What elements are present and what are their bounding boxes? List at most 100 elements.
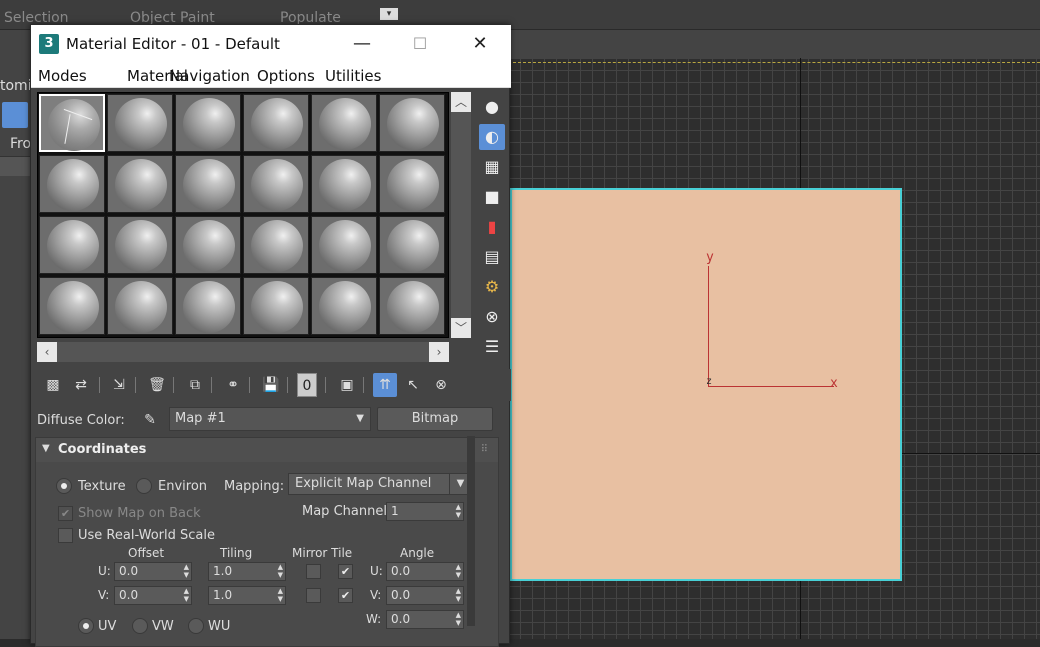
wu-radio[interactable] — [188, 618, 204, 634]
material-slot[interactable] — [39, 277, 105, 335]
map-type-button[interactable]: Bitmap — [377, 407, 493, 431]
spinner-arrows-icon[interactable]: ▲ ▼ — [456, 587, 461, 603]
filter-icon[interactable] — [2, 102, 28, 128]
gizmo-x-axis — [708, 386, 834, 387]
backlight-icon[interactable]: ◐ — [479, 124, 505, 150]
separator — [173, 377, 174, 393]
menu-modes[interactable]: Modes — [38, 67, 87, 85]
material-slot[interactable] — [175, 155, 241, 213]
put-to-library-icon[interactable]: ⚭ — [221, 373, 245, 397]
make-preview-icon[interactable]: ▤ — [479, 244, 505, 270]
spinner-arrows-icon[interactable]: ▲ ▼ — [278, 587, 283, 603]
material-slot[interactable] — [107, 277, 173, 335]
menu-utilities[interactable]: Utilities — [325, 67, 381, 85]
scroll-up-icon[interactable]: ︿ — [451, 92, 471, 112]
reset-map-icon[interactable]: 🗑 — [145, 373, 169, 397]
show-shaded-material-icon[interactable]: ▣ — [335, 373, 359, 397]
angle-w-spinner[interactable]: 0.0 ▲ ▼ — [386, 610, 464, 629]
spinner-arrows-icon[interactable]: ▲ ▼ — [456, 563, 461, 579]
menu-options[interactable]: Options — [257, 67, 315, 85]
material-slot[interactable] — [39, 94, 105, 152]
maximize-button[interactable]: ☐ — [391, 25, 449, 63]
material-slot[interactable] — [311, 94, 377, 152]
mapping-dropdown[interactable]: Explicit Map Channel ▼ — [288, 473, 472, 495]
material-slot[interactable] — [107, 216, 173, 274]
eyedropper-icon[interactable]: ✎ — [139, 409, 161, 431]
minimize-button[interactable]: — — [333, 25, 391, 63]
mapping-value: Explicit Map Channel — [295, 476, 432, 491]
spinner-arrows-icon[interactable]: ▲ ▼ — [184, 587, 189, 603]
material-slot[interactable] — [39, 155, 105, 213]
tiling-v-spinner[interactable]: 1.0 ▲ ▼ — [208, 586, 286, 605]
offset-u-spinner[interactable]: 0.0 ▲ ▼ — [114, 562, 192, 581]
material-slot[interactable] — [311, 277, 377, 335]
rollout-scrollbar[interactable] — [467, 436, 475, 626]
material-slot[interactable] — [243, 216, 309, 274]
save-icon[interactable]: 💾 — [259, 373, 283, 397]
title-bar[interactable]: 3 Material Editor - 01 - Default — ☐ ✕ — [31, 25, 511, 63]
get-material-icon[interactable]: ▩ — [41, 373, 65, 397]
options-icon[interactable]: ⚙ — [479, 274, 505, 300]
material-slot[interactable] — [379, 216, 445, 274]
map-name-dropdown[interactable]: Map #1 ▼ — [169, 407, 371, 431]
material-slot[interactable] — [175, 277, 241, 335]
material-slot[interactable] — [311, 216, 377, 274]
spinner-arrows-icon[interactable]: ▲ ▼ — [456, 611, 461, 627]
background-icon[interactable]: ▦ — [479, 154, 505, 180]
sample-uv-tiling-icon[interactable]: ■ — [479, 184, 505, 210]
tiling-u-spinner[interactable]: 1.0 ▲ ▼ — [208, 562, 286, 581]
scroll-down-icon[interactable]: ﹀ — [451, 318, 471, 338]
tile-v-checkbox[interactable]: ✔ — [338, 588, 353, 603]
slot-horizontal-scrollbar[interactable]: ‹ › — [37, 342, 449, 362]
menu-navigation[interactable]: Navigation — [169, 67, 250, 85]
show-map-on-back-checkbox[interactable]: ✔ — [58, 506, 73, 521]
close-button[interactable]: ✕ — [451, 25, 509, 63]
material-slot[interactable] — [311, 155, 377, 213]
material-slot[interactable] — [379, 277, 445, 335]
sample-type-icon[interactable]: ● — [479, 94, 505, 120]
put-to-scene-icon[interactable]: ⇄ — [69, 373, 93, 397]
go-to-parent-icon[interactable]: ↖ — [401, 373, 425, 397]
spinner-arrows-icon[interactable]: ▲ ▼ — [456, 503, 461, 519]
spinner-arrows-icon[interactable]: ▲ ▼ — [278, 563, 283, 579]
material-slot[interactable] — [107, 94, 173, 152]
material-slot[interactable] — [243, 94, 309, 152]
spinner-arrows-icon[interactable]: ▲ ▼ — [184, 563, 189, 579]
tile-u-checkbox[interactable]: ✔ — [338, 564, 353, 579]
material-slot[interactable] — [379, 155, 445, 213]
assign-to-selection-icon[interactable]: ⇲ — [107, 373, 131, 397]
mirror-u-checkbox[interactable] — [306, 564, 321, 579]
select-by-material-icon[interactable]: ⊗ — [479, 304, 505, 330]
mirror-v-checkbox[interactable] — [306, 588, 321, 603]
map-channel-spinner[interactable]: 1 ▲ ▼ — [386, 502, 464, 521]
material-id-channel-icon[interactable]: 0 — [297, 373, 317, 397]
material-map-navigator-icon[interactable]: ☰ — [479, 334, 505, 360]
command-panel: tomiz Fro — [0, 58, 39, 639]
use-real-world-scale-checkbox[interactable] — [58, 528, 73, 543]
material-slot[interactable] — [379, 94, 445, 152]
angle-v-spinner[interactable]: 0.0 ▲ ▼ — [386, 586, 464, 605]
angle-u-spinner[interactable]: 0.0 ▲ ▼ — [386, 562, 464, 581]
material-slot[interactable] — [107, 155, 173, 213]
scroll-left-icon[interactable]: ‹ — [37, 342, 57, 362]
video-color-check-icon[interactable]: ▮ — [479, 214, 505, 240]
ribbon-toggle-icon[interactable]: ▾ — [380, 8, 398, 20]
texture-radio[interactable] — [56, 478, 72, 494]
material-slot[interactable] — [243, 277, 309, 335]
slot-vertical-scrollbar[interactable]: ︿ ﹀ — [451, 92, 471, 338]
make-unique-icon[interactable]: ⧉ — [183, 373, 207, 397]
scroll-right-icon[interactable]: › — [429, 342, 449, 362]
uv-radio[interactable] — [78, 618, 94, 634]
environ-radio[interactable] — [136, 478, 152, 494]
menu-bar: Modes Material Navigation Options Utilit… — [31, 63, 511, 88]
plane-object[interactable]: y x z — [510, 188, 902, 581]
material-slot[interactable] — [243, 155, 309, 213]
vw-radio[interactable] — [132, 618, 148, 634]
material-slot[interactable] — [175, 94, 241, 152]
material-slot[interactable] — [39, 216, 105, 274]
offset-v-spinner[interactable]: 0.0 ▲ ▼ — [114, 586, 192, 605]
go-forward-sibling-icon[interactable]: ⊗ — [429, 373, 453, 397]
material-slot[interactable] — [175, 216, 241, 274]
rollout-header[interactable]: ▼ Coordinates ⠿ — [36, 438, 498, 462]
show-end-result-icon[interactable]: ⇈ — [373, 373, 397, 397]
